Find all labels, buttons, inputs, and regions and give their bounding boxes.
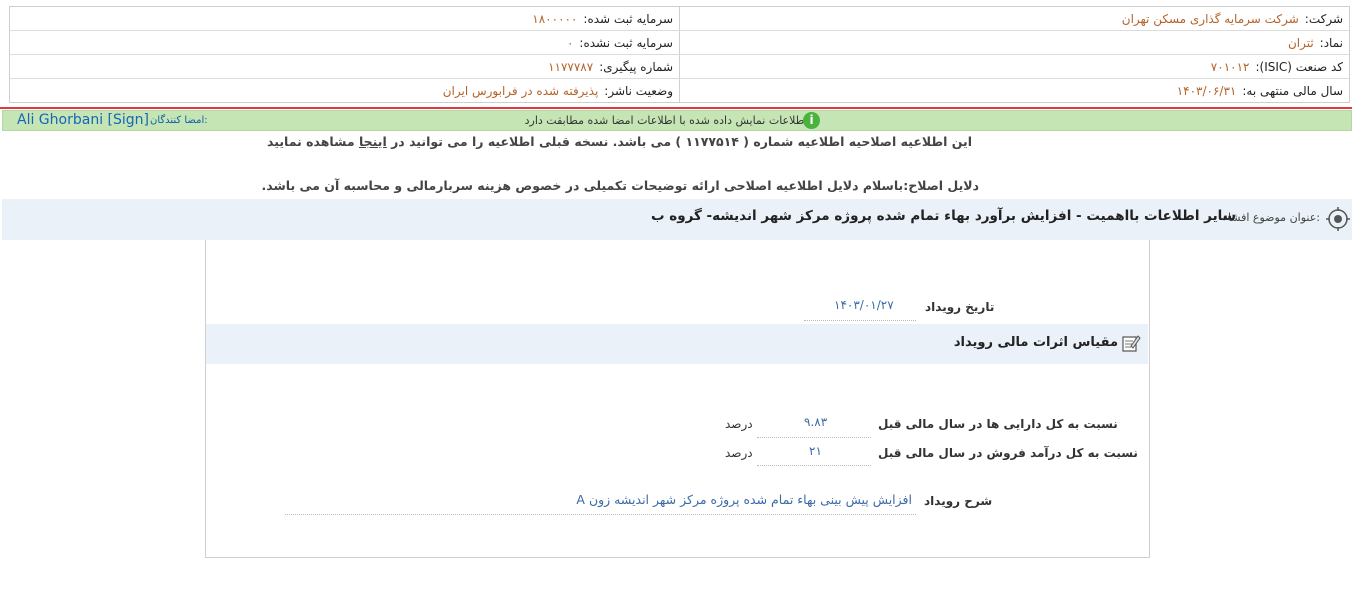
financial-effects-title: مقیاس اثرات مالی رویداد [953, 335, 1118, 350]
correction-notice: این اطلاعیه اصلاحیه اطلاعیه شماره ( ۱۱۷۷… [267, 134, 972, 149]
company-cell: شرکت: شرکت سرمایه گذاری مسکن تهران [679, 7, 1349, 30]
registered-capital-label: سرمایه ثبت شده: [583, 11, 673, 26]
disclosure-title-label: عنوان موضوع افشاء: [1222, 211, 1320, 224]
info-icon: i [803, 112, 820, 129]
publisher-status-value: پذیرفته شده در فرابورس ایران [442, 83, 599, 98]
edit-note-icon [1122, 335, 1141, 352]
fiscal-year-label: سال مالی منتهی به: [1242, 83, 1343, 98]
previous-version-link[interactable]: اینجا [359, 134, 387, 149]
signer-name[interactable]: Ali Ghorbani [Sign] [17, 112, 149, 128]
unregistered-capital-value: ۰ [566, 35, 574, 50]
symbol-label: نماد: [1319, 35, 1343, 50]
registered-capital-value: ۱۸۰۰۰۰۰ [532, 11, 578, 26]
tracking-value: ۱۱۷۷۷۸۷ [548, 59, 594, 74]
content-panel [205, 240, 1150, 558]
fiscal-year-cell: سال مالی منتهی به: ۱۴۰۳/۰۶/۳۱ [679, 79, 1349, 102]
metric-value: ۲۱ [809, 444, 822, 458]
event-date-value: ۱۴۰۳/۰۱/۲۷ [834, 298, 894, 312]
metric-label: نسبت به کل دارایی ها در سال مالی قبل [878, 417, 1118, 431]
metric-label: نسبت به کل درآمد فروش در سال مالی قبل [878, 446, 1138, 460]
metric-unit: درصد [725, 417, 753, 431]
unregistered-capital-cell: سرمایه ثبت نشده: ۰ [11, 31, 679, 54]
disclosure-title-bar: عنوان موضوع افشاء: سایر اطلاعات بااهمیت … [2, 199, 1352, 240]
tracking-label: شماره پیگیری: [599, 59, 673, 74]
description-underline [285, 514, 916, 515]
publisher-status-cell: وضعیت ناشر: پذیرفته شده در فرابورس ایران [11, 79, 679, 102]
fiscal-year-value: ۱۴۰۳/۰۶/۳۱ [1176, 83, 1237, 98]
unregistered-capital-label: سرمایه ثبت نشده: [579, 35, 673, 50]
event-description-label: شرح رویداد [924, 494, 993, 508]
target-icon [1326, 207, 1350, 231]
isic-value: ۷۰۱۰۱۲ [1210, 59, 1250, 74]
info-row-company: شرکت: شرکت سرمایه گذاری مسکن تهران سرمای… [10, 7, 1349, 31]
info-row-symbol: نماد: ثتران سرمایه ثبت نشده: ۰ [10, 31, 1349, 55]
company-info-table: شرکت: شرکت سرمایه گذاری مسکن تهران سرمای… [9, 6, 1350, 103]
isic-label: کد صنعت (ISIC): [1255, 59, 1343, 74]
publisher-status-label: وضعیت ناشر: [604, 83, 673, 98]
event-date-label: تاریخ رویداد [925, 300, 995, 314]
company-label: شرکت: [1304, 11, 1343, 26]
disclosure-title: سایر اطلاعات بااهمیت - افزایش برآورد بها… [650, 208, 1236, 224]
metric-underline [757, 437, 871, 438]
notice-text-before: این اطلاعیه اصلاحیه اطلاعیه شماره ( ۱۱۷۷… [386, 134, 972, 149]
registered-capital-cell: سرمایه ثبت شده: ۱۸۰۰۰۰۰ [11, 7, 679, 30]
metric-value: ۹.۸۳ [804, 415, 828, 429]
event-description-value: افزایش پیش بینی بهاء تمام شده پروژه مرکز… [576, 492, 912, 507]
signature-bar: Ali Ghorbani [Sign] امضا کنندگان: اطلاعا… [2, 110, 1352, 131]
correction-reason: دلایل اصلاح:باسلام دلایل اطلاعیه اصلاحی … [261, 178, 979, 193]
tracking-cell: شماره پیگیری: ۱۱۷۷۷۸۷ [11, 55, 679, 78]
metric-underline [757, 465, 871, 466]
symbol-cell: نماد: ثتران [679, 31, 1349, 54]
red-divider [0, 107, 1352, 109]
info-row-fiscal: سال مالی منتهی به: ۱۴۰۳/۰۶/۳۱ وضعیت ناشر… [10, 79, 1349, 102]
verify-message: اطلاعات نمایش داده شده با اطلاعات امضا ش… [524, 114, 811, 127]
metric-unit: درصد [725, 446, 753, 460]
event-date-underline [804, 320, 916, 321]
company-value: شرکت سرمایه گذاری مسکن تهران [1121, 11, 1299, 26]
info-row-isic: کد صنعت (ISIC): ۷۰۱۰۱۲ شماره پیگیری: ۱۱۷… [10, 55, 1349, 79]
symbol-value[interactable]: ثتران [1288, 36, 1314, 50]
signers-label: امضا کنندگان: [150, 115, 208, 126]
isic-cell: کد صنعت (ISIC): ۷۰۱۰۱۲ [679, 55, 1349, 78]
notice-text-after: مشاهده نمایید [267, 134, 359, 149]
financial-effects-section: مقیاس اثرات مالی رویداد [206, 324, 1148, 364]
